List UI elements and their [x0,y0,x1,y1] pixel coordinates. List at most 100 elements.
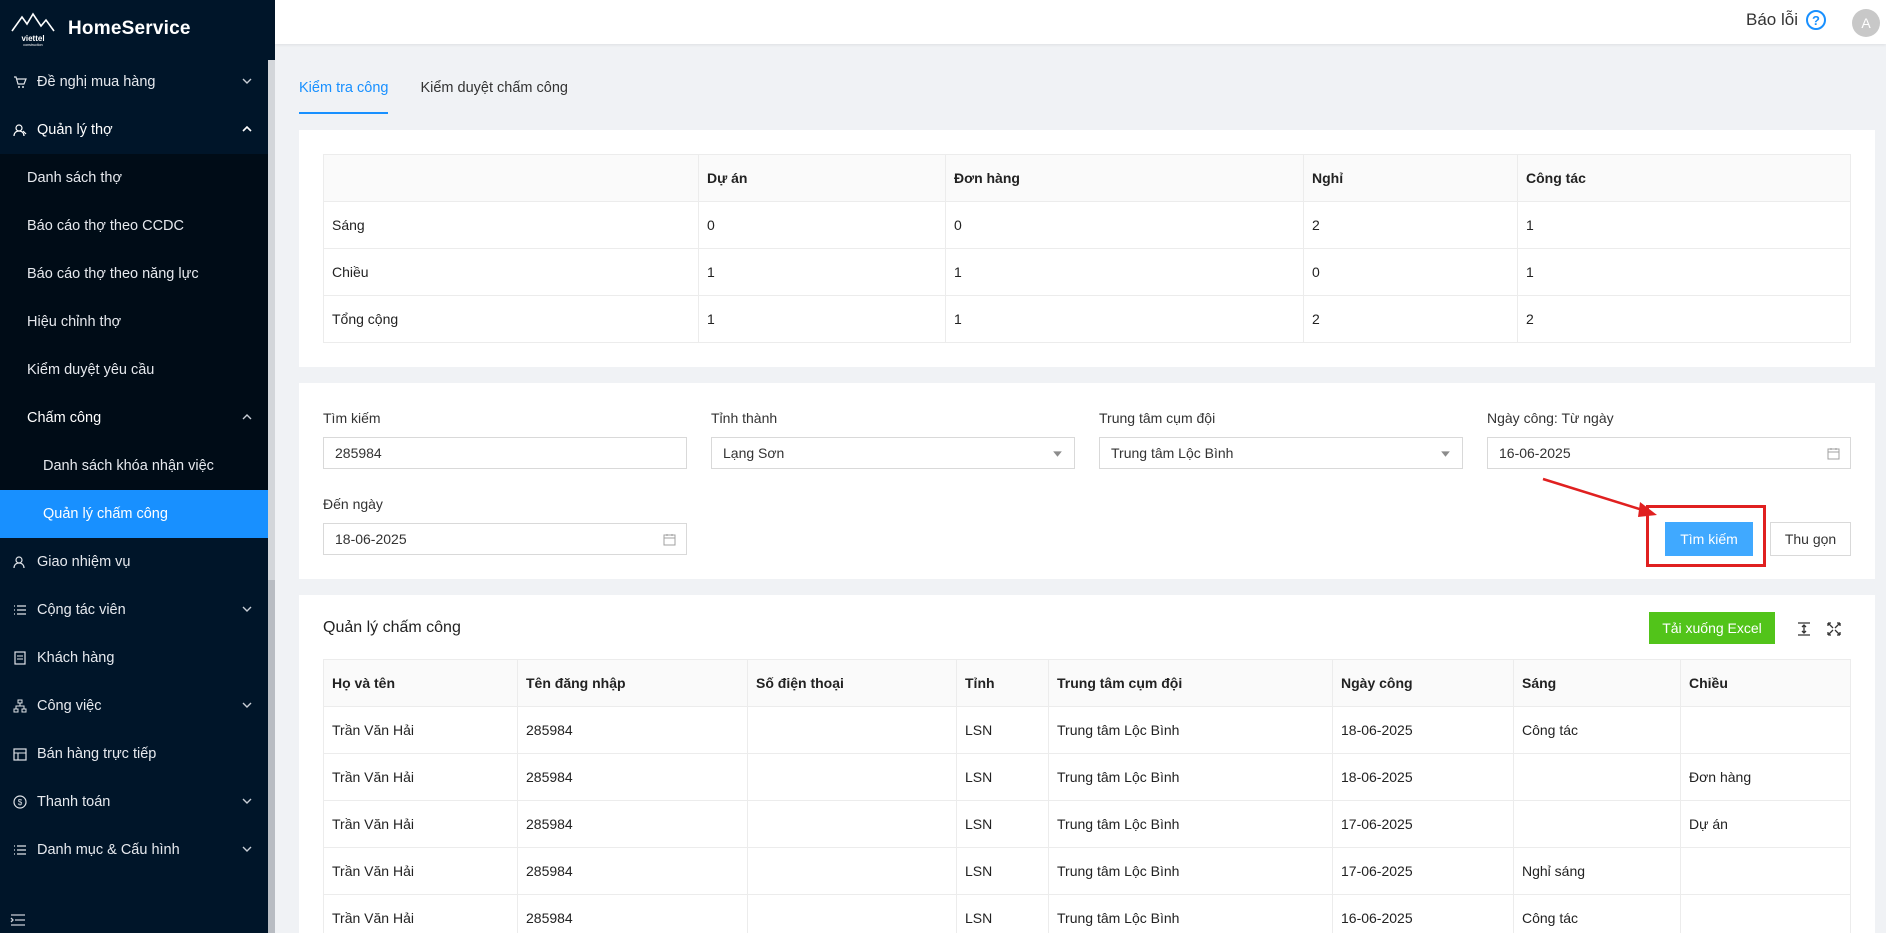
table-cell: Trung tâm Lộc Bình [1048,753,1333,801]
table-row[interactable]: Trần Văn Hải 285984 LSN Trung tâm Lộc Bì… [323,800,1851,848]
search-input[interactable]: 285984 [323,437,687,469]
sidebar-item-report-capability[interactable]: Báo cáo thợ theo năng lực [0,250,275,298]
tab-check-work[interactable]: Kiểm tra công [299,80,389,114]
sidebar-item-work[interactable]: Công việc [0,682,275,730]
table-row: Chiều 1 1 0 1 [323,248,1851,296]
column-header: Công tác [1517,154,1851,202]
chevron-down-icon [242,78,252,84]
sidebar-item-label: Đề nghị mua hàng [37,74,156,90]
menu-fold-icon[interactable] [10,913,26,927]
dollar-icon: $ [12,794,28,810]
table-cell: Chiều [323,248,699,296]
sidebar-item-assign-task[interactable]: Giao nhiệm vụ [0,538,275,586]
sidebar-item-label: Danh sách khóa nhận việc [43,458,214,474]
center-label: Trung tâm cụm đội [1099,410,1216,426]
records-title: Quản lý chấm công [323,619,461,636]
sidebar-item-report-ccdc[interactable]: Báo cáo thợ theo CCDC [0,202,275,250]
chevron-up-icon [242,125,252,132]
table-cell [1680,847,1851,895]
caret-down-icon [1441,451,1450,457]
table-cell: 18-06-2025 [1332,706,1514,754]
shop-icon [12,746,28,762]
cart-icon [12,74,28,90]
worker-submenu: Danh sách thợ Báo cáo thợ theo CCDC Báo … [0,154,275,538]
sidebar-item-timekeeping-management[interactable]: Quản lý chấm công [0,490,275,538]
table-cell: Trần Văn Hải [323,706,518,754]
table-row[interactable]: Trần Văn Hải 285984 LSN Trung tâm Lộc Bì… [323,753,1851,801]
sidebar-item-collaborator[interactable]: Cộng tác viên [0,586,275,634]
table-cell: Sáng [323,201,699,249]
chevron-down-icon [242,798,252,804]
column-header: Trung tâm cụm đội [1048,659,1333,707]
sidebar: viettel construction HomeService Đề nghị… [0,0,275,933]
sidebar-item-label: Quản lý chấm công [43,506,168,522]
sidebar-item-timekeeping[interactable]: Chấm công [0,394,275,442]
sidebar-item-customer[interactable]: Khách hàng [0,634,275,682]
table-cell: Trung tâm Lộc Bình [1048,894,1333,933]
table-cell: 285984 [517,753,748,801]
sidebar-item-lock-list[interactable]: Danh sách khóa nhận việc [0,442,275,490]
table-row[interactable]: Trần Văn Hải 285984 LSN Trung tâm Lộc Bì… [323,894,1851,933]
report-bug-link[interactable]: Báo lỗi ? [1746,10,1826,30]
table-cell: Trung tâm Lộc Bình [1048,800,1333,848]
sidebar-item-direct-sales[interactable]: Bán hàng trực tiếp [0,730,275,778]
svg-text:construction: construction [23,43,42,47]
sidebar-item-worker-management[interactable]: Quản lý thợ [0,106,275,154]
table-cell: 0 [698,201,946,249]
tab-approve-timekeeping[interactable]: Kiểm duyệt chấm công [420,80,568,114]
sidebar-item-label: Bán hàng trực tiếp [37,746,157,762]
province-label: Tỉnh thành [711,410,778,426]
table-cell: Nghỉ sáng [1513,847,1681,895]
sidebar-item-label: Công việc [37,698,102,714]
table-row[interactable]: Trần Văn Hải 285984 LSN Trung tâm Lộc Bì… [323,847,1851,895]
search-label: Tìm kiếm [323,410,381,426]
province-select[interactable]: Lạng Sơn [711,437,1075,469]
column-height-icon[interactable] [1796,621,1812,637]
sidebar-item-purchase-request[interactable]: Đề nghị mua hàng [0,58,275,106]
document-icon [12,650,28,666]
sidebar-item-payment[interactable]: $ Thanh toán [0,778,275,826]
download-excel-button[interactable]: Tải xuống Excel [1649,612,1775,644]
table-cell: 285984 [517,894,748,933]
svg-text:viettel: viettel [21,34,44,43]
records-card: Quản lý chấm công Tải xuống Excel Họ và … [299,595,1875,933]
brand[interactable]: viettel construction HomeService [0,0,275,58]
column-header: Sáng [1513,659,1681,707]
scrollbar-thumb[interactable] [268,60,275,580]
sidebar-item-request-approval[interactable]: Kiểm duyệt yêu cầu [0,346,275,394]
fullscreen-icon[interactable] [1826,621,1842,637]
center-select[interactable]: Trung tâm Lộc Bình [1099,437,1463,469]
table-cell: 2 [1303,295,1518,343]
sidebar-item-label: Báo cáo thợ theo năng lực [27,266,199,282]
to-date-value: 18-06-2025 [335,531,407,547]
avatar[interactable]: A [1852,9,1880,37]
search-button[interactable]: Tìm kiếm [1665,522,1753,556]
table-cell: 1 [1517,201,1851,249]
table-cell [747,753,957,801]
column-header: Dự án [698,154,946,202]
search-input-value: 285984 [335,445,382,461]
svg-text:$: $ [18,798,23,807]
user-icon [12,122,28,138]
to-date-picker[interactable]: 18-06-2025 [323,523,687,555]
sidebar-item-worker-list[interactable]: Danh sách thợ [0,154,275,202]
records-table: Họ và tên Tên đăng nhập Số điện thoại Tỉ… [323,659,1851,933]
table-cell: Dự án [1680,800,1851,848]
table-cell: Công tác [1513,894,1681,933]
table-row[interactable]: Trần Văn Hải 285984 LSN Trung tâm Lộc Bì… [323,706,1851,754]
collapse-button[interactable]: Thu gọn [1770,522,1851,556]
from-date-picker[interactable]: 16-06-2025 [1487,437,1851,469]
sidebar-item-label: Kiểm duyệt yêu cầu [27,362,155,378]
column-header: Ngày công [1332,659,1514,707]
table-cell: 1 [1517,248,1851,296]
sidebar-scrollbar[interactable] [268,60,275,933]
table-cell: 285984 [517,706,748,754]
column-header: Đơn hàng [945,154,1304,202]
table-cell: 16-06-2025 [1332,894,1514,933]
sidebar-item-edit-worker[interactable]: Hiệu chỉnh thợ [0,298,275,346]
from-date-label: Ngày công: Từ ngày [1487,410,1614,426]
sidebar-item-catalog-config[interactable]: Danh mục & Cấu hình [0,826,275,874]
caret-down-icon [1053,451,1062,457]
column-header: Họ và tên [323,659,518,707]
chevron-down-icon [242,606,252,612]
